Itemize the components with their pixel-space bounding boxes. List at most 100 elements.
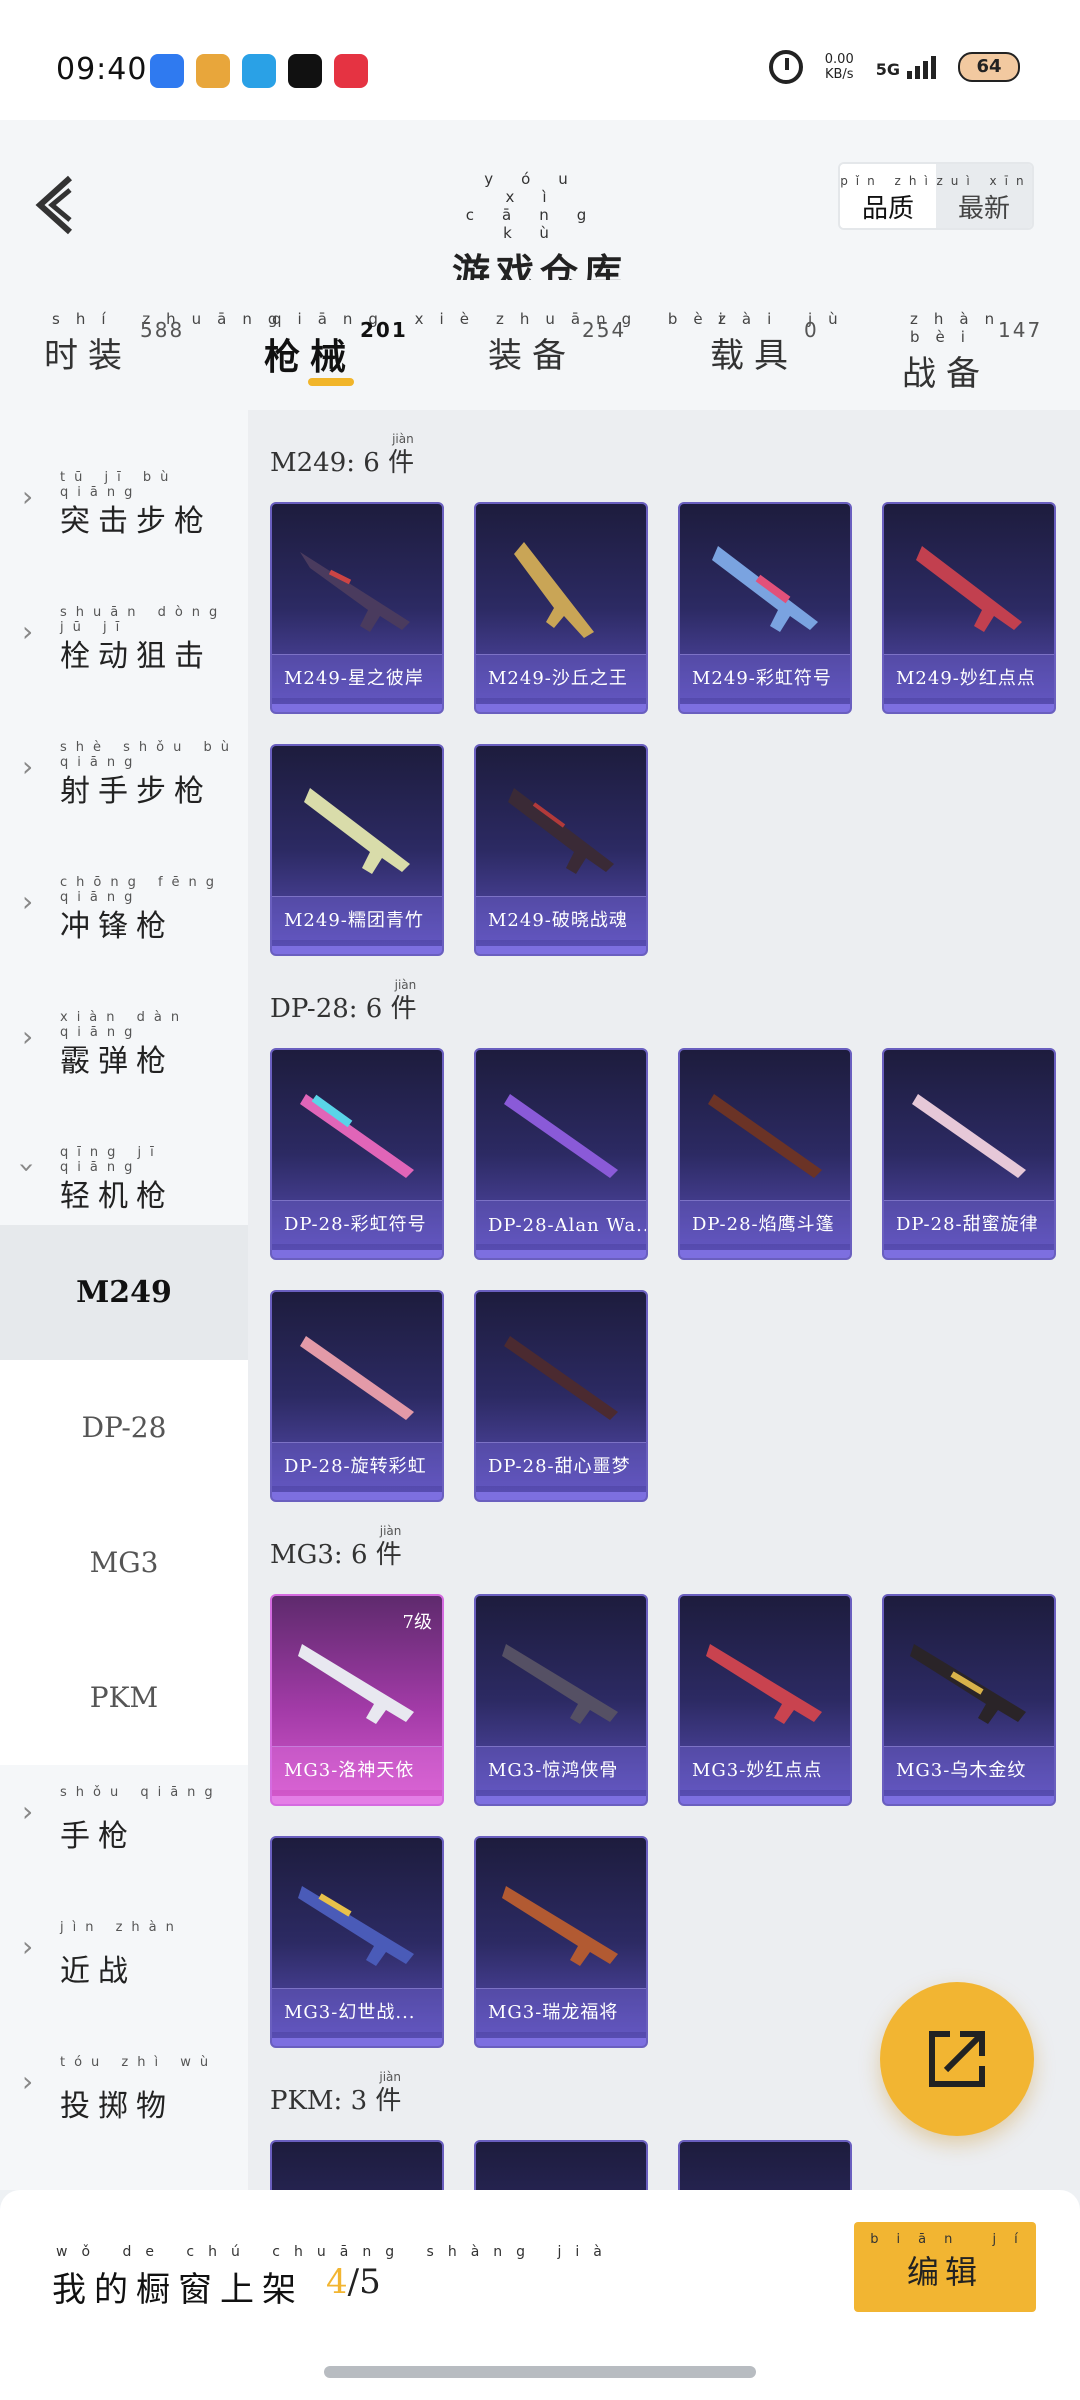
- gun-image: [712, 546, 818, 632]
- sort-quality-button[interactable]: pǐn zhì 品质: [840, 164, 936, 228]
- chevron-down-icon: ›: [11, 1161, 45, 1174]
- skin-card[interactable]: M249-星之彼岸: [270, 502, 444, 714]
- app-notification-icon: [288, 54, 322, 88]
- app-notification-icon: [150, 54, 184, 88]
- sidebar-item-smg[interactable]: › chōng fēng qiāng 冲锋枪: [0, 855, 248, 990]
- active-tab-indicator: [308, 378, 354, 386]
- sidebar-item-shotgun[interactable]: › xiàn dàn qiāng 霰弹枪: [0, 990, 248, 1125]
- chevron-right-icon: ›: [22, 1795, 34, 1828]
- skin-card[interactable]: [474, 2140, 648, 2190]
- skin-card[interactable]: DP-28-甜蜜旋律: [882, 1048, 1056, 1260]
- gun-image: [706, 1644, 822, 1724]
- gun-image: [708, 1094, 822, 1178]
- share-button[interactable]: [880, 1982, 1034, 2136]
- skin-card[interactable]: MG3-妙红点点: [678, 1594, 852, 1806]
- skin-card[interactable]: DP-28-焰鹰斗篷: [678, 1048, 852, 1260]
- sidebar-sub-m249[interactable]: M249: [0, 1225, 248, 1360]
- title-pinyin: yóu xì cāng kù: [465, 170, 615, 242]
- clock: 09:40: [56, 52, 148, 87]
- skin-name: DP-28-旋转彩虹: [284, 1456, 427, 1477]
- sidebar-sub-pkm[interactable]: PKM: [0, 1630, 248, 1765]
- tab-vehicles[interactable]: zài jù 载具 0: [710, 310, 854, 377]
- skin-name: M249-星之彼岸: [284, 668, 424, 689]
- category-tabs: shí zhuāng 时装 588 qiāng xiè 枪械 201 zhuān…: [0, 280, 1080, 410]
- tab-firearms[interactable]: qiāng xiè 枪械 201: [264, 310, 485, 380]
- skin-name: MG3-幻世战...: [284, 2002, 416, 2023]
- tab-equipment[interactable]: zhuāng bèi 装备 254: [488, 310, 739, 377]
- sort-newest-button[interactable]: zuì xīn 最新: [936, 164, 1032, 228]
- gun-image: [508, 788, 614, 874]
- skin-card[interactable]: 7级 MG3-洛神天依: [270, 1594, 444, 1806]
- tab-battle-prep[interactable]: zhàn bèi 战备 147: [902, 310, 1080, 395]
- sidebar-item-assault-rifle[interactable]: › tū jī bù qiāng 突击步枪: [0, 450, 248, 585]
- net-speed: 0.00 KB/s: [825, 52, 854, 82]
- page-title: yóu xì cāng kù 游戏仓库: [450, 170, 630, 297]
- skin-card[interactable]: M249-破晓战魂: [474, 744, 648, 956]
- chevron-right-icon: ›: [22, 615, 34, 648]
- home-indicator[interactable]: [324, 2366, 756, 2378]
- chevron-right-icon: ›: [22, 1020, 34, 1053]
- sidebar-item-marksman-rifle[interactable]: › shè shǒu bù qiāng 射手步枪: [0, 720, 248, 855]
- chevron-right-icon: ›: [22, 750, 34, 783]
- showcase-bar: wǒ de chú chuāng shàng jià 我的橱窗上架 4/5 bi…: [0, 2190, 1080, 2400]
- sidebar-sub-dp28[interactable]: DP-28: [0, 1360, 248, 1495]
- skin-card[interactable]: MG3-瑞龙福将: [474, 1836, 648, 2048]
- gun-image: [298, 1886, 414, 1966]
- edit-button[interactable]: biān jí 编辑: [854, 2222, 1036, 2312]
- skin-name: DP-28-Alan Wa...: [488, 1215, 648, 1236]
- skin-card[interactable]: DP-28-旋转彩虹: [270, 1290, 444, 1502]
- showcase-pinyin: wǒ de chú chuāng shàng jià: [56, 2244, 616, 2260]
- signal-icon: 5G: [876, 55, 936, 79]
- skin-card[interactable]: DP-28-彩虹符号: [270, 1048, 444, 1260]
- tab-fashion[interactable]: shí zhuāng 时装 588: [44, 310, 293, 377]
- weapon-category-sidebar: › tū jī bù qiāng 突击步枪 › shuān dòng jū jī…: [0, 410, 248, 2190]
- sidebar-item-throwable[interactable]: › tóu zhì wù 投掷物: [0, 2035, 248, 2170]
- net-speed-value: 0.00: [824, 52, 854, 67]
- sidebar-item-melee[interactable]: › jìn zhàn 近战: [0, 1900, 248, 2035]
- gun-image: [298, 1644, 414, 1724]
- skin-name: DP-28-焰鹰斗篷: [692, 1214, 835, 1235]
- app-notification-icon: [334, 54, 368, 88]
- skin-name: M249-破晓战魂: [488, 910, 628, 931]
- app-notification-icon: [196, 54, 230, 88]
- sidebar-item-pistol[interactable]: › shǒu qiāng 手枪: [0, 1765, 248, 1900]
- skin-card[interactable]: DP-28-Alan Wa...: [474, 1048, 648, 1260]
- skin-card[interactable]: M249-彩虹符号: [678, 502, 852, 714]
- net-speed-unit: KB/s: [824, 67, 854, 82]
- skin-name: M249-沙丘之王: [488, 668, 628, 689]
- skin-name: MG3-惊鸿侠骨: [488, 1760, 619, 1781]
- back-arrow-icon: [35, 175, 73, 235]
- alarm-icon: [768, 50, 803, 84]
- skin-card[interactable]: M249-糯团青竹: [270, 744, 444, 956]
- skin-card[interactable]: M249-妙红点点: [882, 502, 1056, 714]
- skin-card[interactable]: M249-沙丘之王: [474, 502, 648, 714]
- notification-icons: [150, 54, 368, 88]
- sidebar-item-bolt-sniper[interactable]: › shuān dòng jū jī 栓动狙击: [0, 585, 248, 720]
- skin-card[interactable]: MG3-惊鸿侠骨: [474, 1594, 648, 1806]
- skin-card[interactable]: MG3-乌木金纹: [882, 1594, 1056, 1806]
- chevron-right-icon: ›: [22, 1930, 34, 1963]
- gun-image: [300, 1094, 414, 1178]
- gun-image: [514, 542, 594, 638]
- group-title-pkm: PKM: 3 jiàn 件: [270, 2070, 402, 2116]
- back-button[interactable]: [30, 170, 80, 240]
- page-header: yóu xì cāng kù 游戏仓库 pǐn zhì 品质 zuì xīn 最…: [0, 120, 1080, 295]
- gun-image: [300, 1336, 414, 1420]
- skin-name: MG3-洛神天依: [284, 1760, 415, 1781]
- gun-image: [910, 1644, 1026, 1724]
- skin-card[interactable]: MG3-幻世战...: [270, 1836, 444, 2048]
- gun-image: [504, 1094, 618, 1178]
- gun-image: [304, 788, 410, 874]
- group-title-dp28: DP-28: 6 jiàn 件: [270, 978, 417, 1024]
- skin-card[interactable]: DP-28-甜心噩梦: [474, 1290, 648, 1502]
- skin-name: DP-28-甜心噩梦: [488, 1456, 631, 1477]
- gun-image: [912, 1094, 1026, 1178]
- skin-name: MG3-乌木金纹: [896, 1760, 1027, 1781]
- skin-card[interactable]: [270, 2140, 444, 2190]
- skin-card[interactable]: [678, 2140, 852, 2190]
- showcase-count: 4/5: [326, 2262, 381, 2302]
- skin-name: M249-妙红点点: [896, 668, 1036, 689]
- sidebar-sub-mg3[interactable]: MG3: [0, 1495, 248, 1630]
- gun-image: [502, 1644, 618, 1724]
- skin-name: M249-彩虹符号: [692, 668, 832, 689]
